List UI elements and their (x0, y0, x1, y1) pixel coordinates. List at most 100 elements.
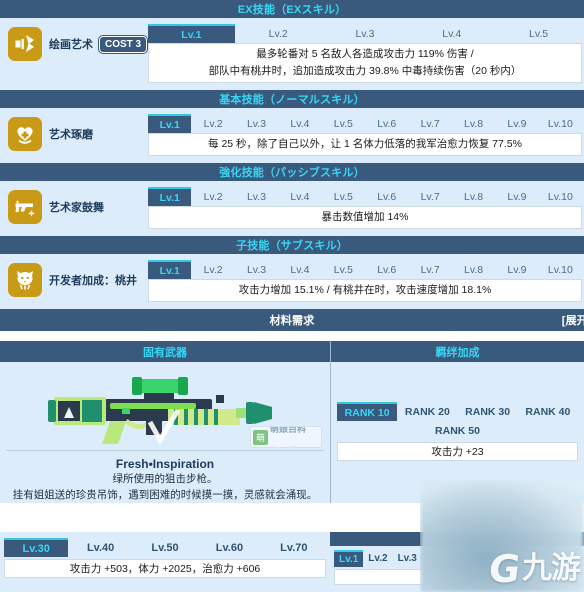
section-header-passive: 強化技能（パッシブスキル） (0, 163, 584, 181)
level-tab-ex-5[interactable]: Lv.5 (495, 24, 582, 43)
skill-row-normal: 艺术琢磨 Lv.1 Lv.2 Lv.3 Lv.4 Lv.5 Lv.6 Lv.7 … (0, 108, 584, 163)
level-tab-sub-3[interactable]: Lv.3 (235, 260, 278, 279)
level-tab-sub-1[interactable]: Lv.1 (148, 260, 192, 279)
level-tab-passive-9[interactable]: Lv.9 (495, 187, 538, 206)
weapon-level-tab-50[interactable]: Lv.50 (133, 538, 197, 557)
bond-mini-tab-1[interactable]: Lv.1 (334, 550, 364, 567)
level-tab-passive-8[interactable]: Lv.8 (452, 187, 495, 206)
level-tab-sub-9[interactable]: Lv.9 (495, 260, 538, 279)
heart-heal-icon (8, 117, 42, 151)
weapon-desc-line: 绿所使用的狙击步枪。 (112, 473, 218, 485)
level-tab-sub-6[interactable]: Lv.6 (365, 260, 408, 279)
level-tab-sub-5[interactable]: Lv.5 (322, 260, 365, 279)
rank-tab-10[interactable]: RANK 10 (337, 402, 398, 421)
level-tabs-ex: Lv.1 Lv.2 Lv.3 Lv.4 Lv.5 (148, 24, 582, 43)
rank-tab-50[interactable]: RANK 50 (424, 421, 492, 440)
skill-identity-normal: 艺术琢磨 (0, 114, 148, 151)
skill-identity-sub: 开发者加成：桃井 (0, 260, 148, 297)
skill-levels-passive: Lv.1 Lv.2 Lv.3 Lv.4 Lv.5 Lv.6 Lv.7 Lv.8 … (148, 187, 584, 229)
moegirl-watermark: 萌 萌娘百科 zh.moegirl.org.cn (250, 426, 322, 448)
skill-desc-line: 最多轮番对 5 名敌人各造成攻击力 119% 伤害 / (256, 48, 474, 60)
character-skill-page: EX技能（EXスキル） 绘画艺术 COST 3 Lv.1 Lv.2 Lv.3 L… (0, 0, 584, 592)
weapon-body: 萌 萌娘百科 zh.moegirl.org.cn Fresh•Inspirati… (0, 362, 330, 503)
skill-levels-sub: Lv.1 Lv.2 Lv.3 Lv.4 Lv.5 Lv.6 Lv.7 Lv.8 … (148, 260, 584, 302)
moegirl-url: zh.moegirl.org.cn (270, 446, 312, 447)
skill-levels-ex: Lv.1 Lv.2 Lv.3 Lv.4 Lv.5 最多轮番对 5 名敌人各造成攻… (148, 24, 584, 83)
level-tab-passive-5[interactable]: Lv.5 (322, 187, 365, 206)
level-tabs-sub: Lv.1 Lv.2 Lv.3 Lv.4 Lv.5 Lv.6 Lv.7 Lv.8 … (148, 260, 582, 279)
weapon-level-panel: Lv.30 Lv.40 Lv.50 Lv.60 Lv.70 攻击力 +503，体… (0, 532, 330, 592)
moegirl-text: 萌娘百科 (270, 426, 307, 434)
skill-desc-line: 部队中有桃井时，追加造成攻击力 39.8% 中毒持续伤害（20 秒内） (208, 65, 522, 77)
weapon-name: Fresh•Inspiration (115, 457, 215, 471)
level-tab-ex-2[interactable]: Lv.2 (235, 24, 322, 43)
level-tab-sub-4[interactable]: Lv.4 (278, 260, 321, 279)
level-tabs-normal: Lv.1 Lv.2 Lv.3 Lv.4 Lv.5 Lv.6 Lv.7 Lv.8 … (148, 114, 582, 133)
level-tabs-passive: Lv.1 Lv.2 Lv.3 Lv.4 Lv.5 Lv.6 Lv.7 Lv.8 … (148, 187, 582, 206)
level-tab-passive-6[interactable]: Lv.6 (365, 187, 408, 206)
skill-row-passive: 艺术家鼓舞 Lv.1 Lv.2 Lv.3 Lv.4 Lv.5 Lv.6 Lv.7… (0, 181, 584, 236)
speaker-art-icon (8, 27, 42, 61)
skill-cost-badge: COST 3 (99, 35, 148, 53)
level-tab-normal-5[interactable]: Lv.5 (322, 114, 365, 133)
level-tab-normal-10[interactable]: Lv.10 (539, 114, 582, 133)
weapon-level-tab-40[interactable]: Lv.40 (68, 538, 132, 557)
rank-tab-row: RANK 50 (337, 421, 578, 440)
level-tab-normal-2[interactable]: Lv.2 (191, 114, 234, 133)
level-tab-passive-2[interactable]: Lv.2 (191, 187, 234, 206)
rank-tabs: RANK 10 RANK 20 RANK 30 RANK 40 RANK 50 (337, 402, 578, 440)
level-tab-normal-3[interactable]: Lv.3 (235, 114, 278, 133)
green-sniper-rifle: 萌 萌娘百科 zh.moegirl.org.cn (0, 362, 330, 450)
bond-mini-tab-3[interactable]: Lv.3 (393, 550, 422, 567)
skill-row-ex: 绘画艺术 COST 3 Lv.1 Lv.2 Lv.3 Lv.4 Lv.5 最多轮… (0, 18, 584, 90)
weapon-level-description: 攻击力 +503，体力 +2025，治愈力 +606 (4, 559, 326, 578)
level-tab-sub-7[interactable]: Lv.7 (408, 260, 451, 279)
level-tab-passive-7[interactable]: Lv.7 (408, 187, 451, 206)
skill-name-ex: 绘画艺术 (49, 39, 93, 51)
bottom-level-bars: Lv.30 Lv.40 Lv.50 Lv.60 Lv.70 攻击力 +503，体… (0, 532, 584, 592)
level-tab-normal-4[interactable]: Lv.4 (278, 114, 321, 133)
section-title-passive: 強化技能（パッシブスキル） (219, 167, 365, 179)
level-tab-normal-1[interactable]: Lv.1 (148, 114, 192, 133)
weapon-desc-line: 挂有姐姐送的珍贵吊饰，遇到困难的时候摸一摸，灵感就会涌现。 (12, 489, 318, 501)
bond-description: 攻击力 +23 (337, 442, 578, 461)
level-tab-ex-3[interactable]: Lv.3 (322, 24, 409, 43)
weapon-level-tab-70[interactable]: Lv.70 (262, 538, 326, 557)
level-tab-normal-7[interactable]: Lv.7 (408, 114, 451, 133)
level-tab-sub-2[interactable]: Lv.2 (191, 260, 234, 279)
pistol-icon (8, 190, 42, 224)
rank-tab-20[interactable]: RANK 20 (397, 402, 457, 421)
skill-description-ex: 最多轮番对 5 名敌人各造成攻击力 119% 伤害 / 部队中有桃井时，追加造成… (148, 43, 582, 83)
rank-tab-30[interactable]: RANK 30 (458, 402, 518, 421)
level-tab-ex-1[interactable]: Lv.1 (148, 24, 235, 43)
section-title-sub: 子技能（サブスキル） (236, 240, 348, 252)
skill-identity-ex: 绘画艺术 COST 3 (0, 24, 148, 61)
weapon-column-title: 固有武器 (143, 346, 187, 359)
bond-level-panel: Lv.1 Lv.2 Lv.3 (330, 532, 584, 592)
weapon-column-header: 固有武器 (0, 341, 330, 362)
rank-tab-40[interactable]: RANK 40 (518, 402, 578, 421)
bond-mini-tab-2[interactable]: Lv.2 (363, 550, 392, 567)
weapon-bond-columns: 固有武器 萌 萌娘百科 Fresh•Inspiration 绿所使用的狙击步枪。… (0, 341, 584, 503)
level-tab-sub-10[interactable]: Lv.10 (539, 260, 582, 279)
section-title-material: 材料需求 (269, 315, 315, 327)
level-tab-normal-8[interactable]: Lv.8 (452, 114, 495, 133)
weapon-level-tab-30[interactable]: Lv.30 (4, 538, 69, 557)
level-tab-passive-1[interactable]: Lv.1 (148, 187, 192, 206)
bond-mini-description (334, 569, 582, 585)
skill-description-sub: 攻击力增加 15.1% / 有桃井在时，攻击速度增加 18.1% (148, 279, 582, 302)
level-tab-ex-4[interactable]: Lv.4 (408, 24, 495, 43)
section-header-material[interactable]: 材料需求 [展开 (0, 309, 584, 331)
bond-column-title: 羁绊加成 (435, 346, 480, 359)
level-tab-sub-8[interactable]: Lv.8 (452, 260, 495, 279)
skill-desc-line: 暴击数值增加 14% (321, 211, 409, 223)
level-tab-passive-10[interactable]: Lv.10 (539, 187, 582, 206)
level-tab-normal-6[interactable]: Lv.6 (365, 114, 408, 133)
weapon-column: 固有武器 萌 萌娘百科 Fresh•Inspiration 绿所使用的狙击步枪。… (0, 341, 330, 503)
weapon-level-tab-60[interactable]: Lv.60 (197, 538, 261, 557)
expand-link[interactable]: [展开 (562, 312, 584, 328)
level-tab-normal-9[interactable]: Lv.9 (495, 114, 538, 133)
level-tab-passive-3[interactable]: Lv.3 (235, 187, 278, 206)
level-tab-passive-4[interactable]: Lv.4 (278, 187, 321, 206)
skill-row-sub: 开发者加成：桃井 Lv.1 Lv.2 Lv.3 Lv.4 Lv.5 Lv.6 L… (0, 254, 584, 309)
